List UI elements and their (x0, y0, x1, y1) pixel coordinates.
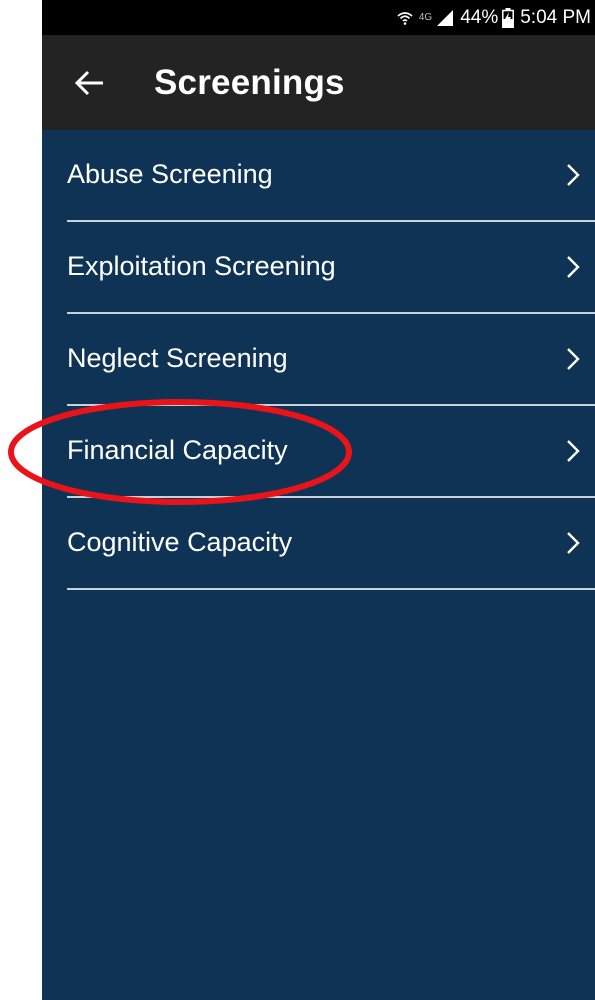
back-button[interactable] (72, 65, 108, 101)
list-item-label: Abuse Screening (67, 159, 273, 189)
list-item-label: Exploitation Screening (67, 251, 336, 281)
phone-screen: 4G 44% 5:04 PM Screenings Abuse Screenin… (42, 0, 595, 1000)
list-item-label: Cognitive Capacity (67, 527, 293, 557)
list-item-exploitation-screening[interactable]: Exploitation Screening (42, 222, 595, 314)
clock: 5:04 PM (520, 6, 591, 28)
chevron-right-icon (567, 440, 580, 462)
signal-icon (436, 9, 454, 26)
battery-charging-icon (502, 7, 515, 28)
list-item-abuse-screening[interactable]: Abuse Screening (42, 130, 595, 222)
chevron-right-icon (567, 348, 580, 370)
arrow-left-icon (75, 70, 103, 95)
network-type-label: 4G (418, 12, 433, 23)
chevron-right-icon (567, 164, 580, 186)
list-item-financial-capacity[interactable]: Financial Capacity (42, 406, 595, 498)
chevron-right-icon (567, 256, 580, 278)
chevron-right-icon (567, 532, 580, 554)
page-title: Screenings (154, 62, 345, 102)
status-bar: 4G 44% 5:04 PM (42, 0, 595, 35)
page: 4G 44% 5:04 PM Screenings Abuse Screenin… (0, 0, 595, 1000)
list-item-neglect-screening[interactable]: Neglect Screening (42, 314, 595, 406)
list-item-cognitive-capacity[interactable]: Cognitive Capacity (42, 498, 595, 590)
list-item-label: Financial Capacity (67, 435, 288, 465)
screenings-list: Abuse Screening Exploitation Screening N… (42, 130, 595, 590)
battery-percent: 44% (460, 6, 499, 28)
list-item-label: Neglect Screening (67, 343, 288, 373)
wifi-icon (397, 10, 413, 26)
divider (67, 588, 595, 590)
app-bar: Screenings (42, 35, 595, 130)
